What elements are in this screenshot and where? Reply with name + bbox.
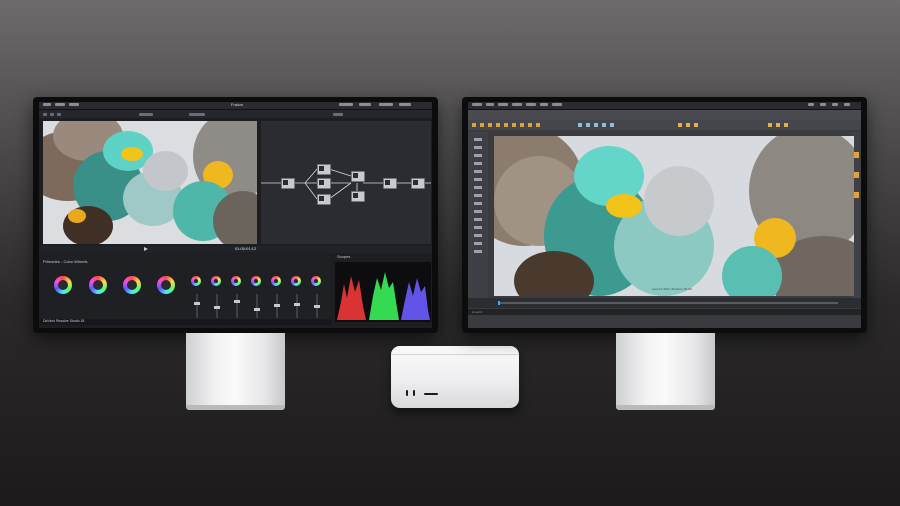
left-app-badge: DaVinci Resolve Studio 18 xyxy=(43,319,85,323)
fader[interactable] xyxy=(254,294,260,318)
mac-studio xyxy=(391,346,519,408)
sd-card-slot-icon xyxy=(424,393,438,395)
left-viewer-image[interactable] xyxy=(43,121,257,244)
right-shelf-icons xyxy=(468,120,861,130)
right-screen: Lens Id: 004 | 42.0mm | 01:00 Houdini xyxy=(468,102,861,328)
fader[interactable] xyxy=(194,294,200,318)
dial-1-icon[interactable] xyxy=(191,276,201,286)
node-d[interactable] xyxy=(351,191,365,202)
scope-label: Scopes xyxy=(337,254,351,259)
play-icon[interactable] xyxy=(144,247,148,251)
fader[interactable] xyxy=(294,294,300,318)
fader[interactable] xyxy=(314,294,320,318)
dial-7-icon[interactable] xyxy=(311,276,321,286)
dial-5-icon[interactable] xyxy=(271,276,281,286)
node-b[interactable] xyxy=(317,178,331,189)
rgb-parade-scope xyxy=(337,272,430,320)
node-c[interactable] xyxy=(317,194,331,205)
right-menubar xyxy=(468,102,861,110)
color-wheel-offset-icon[interactable] xyxy=(157,276,175,294)
left-menubar: Fusion xyxy=(39,102,432,110)
left-screen: Fusion 01:00:01:12 Primaries - Color Whe… xyxy=(39,102,432,328)
node-a[interactable] xyxy=(317,164,331,175)
right-shelf xyxy=(468,110,861,120)
right-statusbar: Houdini xyxy=(468,309,861,315)
right-tool-column xyxy=(468,132,488,300)
node-e[interactable] xyxy=(383,178,397,189)
color-wheel-gain-icon[interactable] xyxy=(123,276,141,294)
fader[interactable] xyxy=(274,294,280,318)
left-app-title: Fusion xyxy=(231,102,244,107)
left-stand xyxy=(186,333,285,410)
dial-2-icon[interactable] xyxy=(211,276,221,286)
color-wheel-gamma-icon[interactable] xyxy=(89,276,107,294)
usb-c-port-icon xyxy=(413,390,415,396)
right-viewport-image[interactable]: Lens Id: 004 | 42.0mm | 01:00 xyxy=(494,136,854,296)
right-timeline[interactable] xyxy=(468,298,861,308)
left-toolbar xyxy=(39,110,432,118)
dial-6-icon[interactable] xyxy=(291,276,301,286)
right-monitor: Lens Id: 004 | 42.0mm | 01:00 Houdini xyxy=(462,97,867,333)
node-loader[interactable] xyxy=(281,178,295,189)
right-app-label: Houdini xyxy=(472,310,483,314)
left-timecode: 01:00:01:12 xyxy=(235,246,257,251)
right-stand xyxy=(616,333,715,410)
right-viewport-caption: Lens Id: 004 | 42.0mm | 01:00 xyxy=(652,287,692,291)
dial-3-icon[interactable] xyxy=(231,276,241,286)
node-output[interactable] xyxy=(411,178,425,189)
node-merge[interactable] xyxy=(351,171,365,182)
left-monitor: Fusion 01:00:01:12 Primaries - Color Whe… xyxy=(33,97,438,333)
fader[interactable] xyxy=(214,294,220,318)
color-panel-label: Primaries - Color Wheels xyxy=(43,259,88,264)
fader[interactable] xyxy=(234,294,240,318)
left-node-graph[interactable] xyxy=(261,121,431,244)
usb-c-port-icon xyxy=(406,390,408,396)
left-color-panel: Primaries - Color Wheels DaVinci Resolve… xyxy=(39,254,331,325)
color-wheel-lift-icon[interactable] xyxy=(54,276,72,294)
left-scopes-panel: Scopes xyxy=(335,255,431,322)
left-transport-bar: 01:00:01:12 xyxy=(39,246,432,253)
dial-4-icon[interactable] xyxy=(251,276,261,286)
